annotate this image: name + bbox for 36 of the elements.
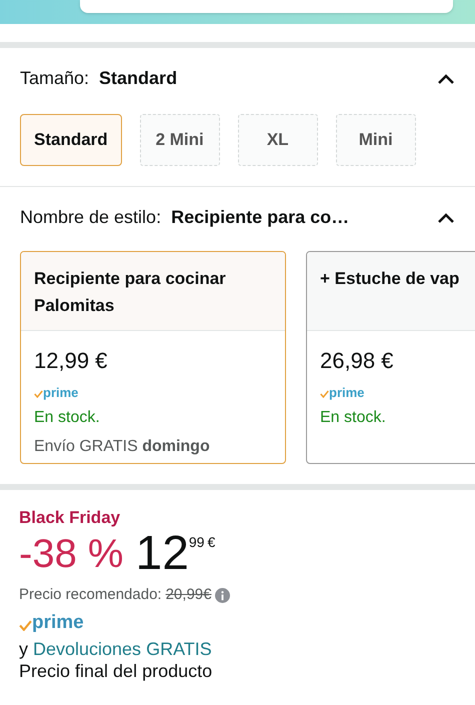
- check-icon: [34, 390, 43, 398]
- check-icon: [320, 390, 329, 398]
- discount: -38 %: [19, 531, 124, 578]
- returns-link[interactable]: Devoluciones GRATIS: [33, 636, 212, 660]
- prime-logo: prime: [43, 384, 78, 402]
- size-value: Standard: [99, 67, 178, 90]
- collapse-button[interactable]: [437, 212, 455, 224]
- style-value: Recipiente para co…: [171, 206, 350, 229]
- currency: €: [207, 533, 216, 552]
- list-price: 20,99€: [166, 585, 212, 605]
- price: 12,99 €: [34, 347, 108, 375]
- style-card[interactable]: Recipiente para cocinar Palomitas 12,99 € prime En stock. Envío GRATIS domingo: [20, 251, 286, 464]
- size-option[interactable]: Mini: [336, 114, 416, 166]
- returns-prefix: y: [19, 638, 28, 660]
- size-option[interactable]: XL: [238, 114, 318, 166]
- prime-logo: prime: [32, 610, 84, 634]
- style-label: Nombre de estilo:: [20, 206, 162, 229]
- size-option[interactable]: Standard: [20, 114, 122, 166]
- price-whole: 12: [136, 530, 189, 578]
- check-icon: [19, 620, 32, 630]
- deal-label: Black Friday: [19, 508, 122, 528]
- size-label: Tamaño:: [20, 67, 90, 90]
- prime-logo: prime: [329, 384, 364, 402]
- price-fraction: 99: [188, 533, 204, 552]
- shipping-info: Envío GRATIS domingo: [34, 436, 211, 456]
- info-icon[interactable]: [215, 588, 230, 603]
- collapse-button[interactable]: [437, 72, 455, 84]
- size-option[interactable]: 2 Mini: [140, 114, 220, 166]
- final-price-note: Precio final del producto: [19, 660, 214, 682]
- style-title: + Estuche de vap: [320, 268, 460, 290]
- style-card[interactable]: + Estuche de vap 26,98 € prime En stock.: [306, 251, 475, 464]
- stock-status: En stock.: [320, 408, 387, 428]
- price: 26,98 €: [320, 347, 394, 375]
- style-title: Recipiente para cocinar Palomitas: [34, 268, 227, 317]
- stock-status: En stock.: [34, 408, 101, 428]
- list-price-label: Precio recomendado:: [19, 585, 162, 605]
